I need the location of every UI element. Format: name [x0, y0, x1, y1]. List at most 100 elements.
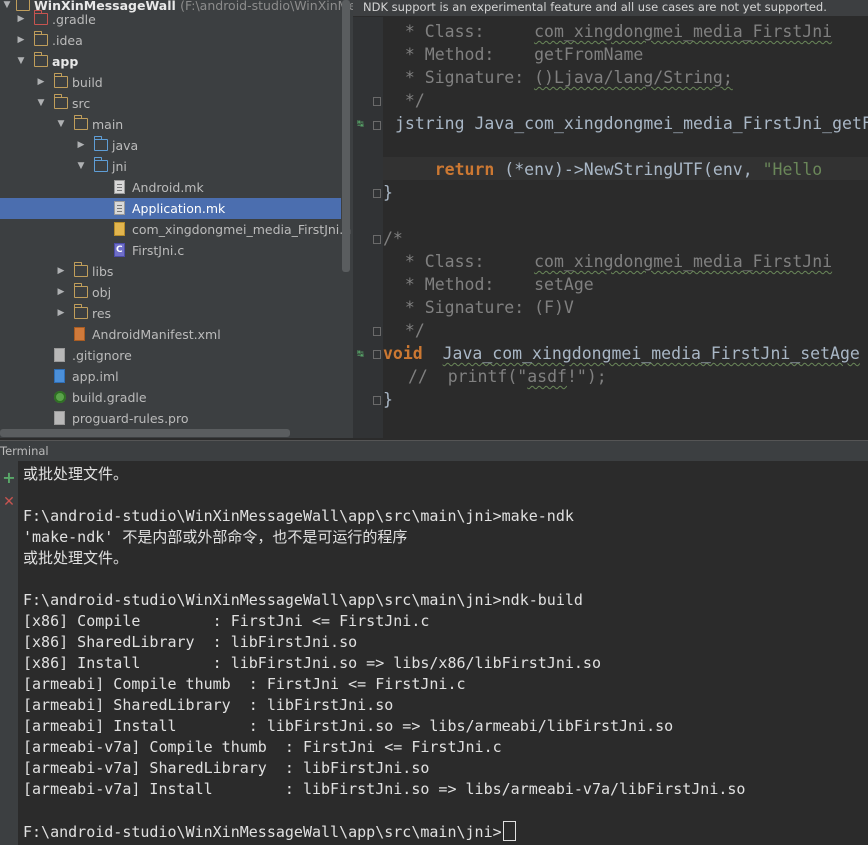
terminal-line: F:\android-studio\WinXinMessageWall\app\… — [23, 821, 516, 842]
folder-icon — [53, 73, 68, 88]
chevron-right-icon[interactable]: ▶ — [56, 261, 66, 282]
terminal-line: [x86] SharedLibrary : libFirstJni.so — [23, 632, 357, 653]
tree-item[interactable]: ▼ src — [0, 93, 341, 114]
plain-file-icon — [54, 411, 65, 425]
tree-item[interactable]: ▶ .gradle — [0, 9, 341, 30]
gradle-icon — [54, 391, 66, 403]
implementation-arrow-icon[interactable]: ↹ — [357, 117, 364, 130]
fold-marker-icon[interactable] — [373, 327, 381, 336]
fold-marker-icon[interactable] — [373, 396, 381, 405]
chevron-down-icon[interactable]: ▼ — [16, 51, 26, 72]
chevron-right-icon[interactable]: ▶ — [76, 135, 86, 156]
terminal-line-text: [x86] SharedLibrary : libFirstJni.so — [23, 633, 358, 651]
iml-file-icon — [54, 369, 65, 383]
terminal-line-text: 或批处理文件。 — [23, 549, 129, 567]
tree-item-label: .gitignore — [72, 348, 132, 363]
implementation-arrow-icon[interactable]: ↹ — [357, 347, 364, 360]
chevron-down-icon[interactable]: ▼ — [76, 156, 86, 177]
tree-item[interactable]: Android.mk — [0, 177, 341, 198]
chevron-down-icon[interactable]: ▼ — [56, 114, 66, 135]
tree-item[interactable]: FirstJni.c — [0, 240, 341, 261]
terminal-line-text: [x86] Install : libFirstJni.so => libs/x… — [23, 654, 601, 672]
tree-item[interactable]: ▶ build — [0, 72, 341, 93]
folder-icon — [73, 283, 88, 298]
mk-file-icon — [114, 201, 125, 215]
chevron-right-icon[interactable]: ▶ — [16, 9, 26, 30]
tree-item-label: res — [92, 306, 112, 321]
c-file-icon — [114, 240, 125, 261]
code-line: } — [383, 390, 393, 409]
terminal-line: [armeabi] Compile thumb : FirstJni <= Fi… — [23, 674, 466, 695]
terminal-line-text: F:\android-studio\WinXinMessageWall\app\… — [23, 823, 502, 841]
terminal-cursor[interactable] — [502, 821, 516, 841]
tree-item[interactable]: app.iml — [0, 366, 341, 387]
tree-item[interactable]: Application.mk — [0, 198, 341, 219]
h-file-icon — [114, 222, 125, 236]
folder-icon — [93, 136, 108, 151]
tree-item[interactable]: ▶ res — [0, 303, 341, 324]
terminal-line: [armeabi] Install : libFirstJni.so => li… — [23, 716, 673, 737]
tree-item-label: FirstJni.c — [132, 243, 185, 258]
terminal-line-text: [x86] Compile : FirstJni <= FirstJni.c — [23, 612, 430, 630]
tree-item[interactable]: AndroidManifest.xml — [0, 324, 341, 345]
folder-icon — [53, 94, 68, 109]
tree-vertical-scrollbar[interactable] — [342, 0, 350, 272]
tree-item[interactable]: ▼ jni — [0, 156, 341, 177]
terminal-header: Terminal — [0, 440, 868, 462]
close-session-x-icon[interactable]: ✕ — [2, 494, 16, 510]
terminal-toolbar: + ✕ — [0, 461, 18, 845]
folder-icon — [93, 157, 108, 172]
terminal-line-text: F:\android-studio\WinXinMessageWall\app\… — [23, 507, 574, 525]
fold-marker-icon[interactable] — [373, 350, 381, 359]
terminal-line-text: [armeabi] Compile thumb : FirstJni <= Fi… — [23, 675, 466, 693]
fold-marker-icon[interactable] — [373, 97, 381, 106]
tree-item-label: obj — [92, 285, 112, 300]
terminal-line: [armeabi] SharedLibrary : libFirstJni.so — [23, 695, 393, 716]
tree-item[interactable]: ▶ java — [0, 135, 341, 156]
chevron-right-icon[interactable]: ▶ — [36, 72, 46, 93]
fold-marker-icon[interactable] — [373, 235, 381, 244]
tree-item[interactable]: ▶ .idea — [0, 30, 341, 51]
tree-item[interactable]: ▼ main — [0, 114, 341, 135]
folder-icon — [33, 31, 48, 46]
tree-item[interactable]: com_xingdongmei_media_FirstJni.h — [0, 219, 351, 240]
terminal-line: 'make-ndk' 不是内部或外部命令，也不是可运行的程序 — [23, 527, 407, 548]
new-session-plus-icon[interactable]: + — [2, 470, 16, 486]
terminal-panel[interactable]: + ✕ 或批处理文件。 F:\android-studio\WinXinMessa… — [0, 461, 868, 845]
tree-item[interactable]: ▶ libs — [0, 261, 341, 282]
code-line: void Java_com_xingdongmei_media_FirstJni… — [383, 344, 860, 363]
tree-item[interactable]: ▶ obj — [0, 282, 341, 303]
plain-file-icon — [54, 348, 65, 362]
terminal-line-text: [armeabi-v7a] Install : libFirstJni.so =… — [23, 780, 746, 798]
editor-gutter — [353, 0, 383, 438]
tree-item-label: .idea — [52, 33, 83, 48]
tree-item-label: proguard-rules.pro — [72, 411, 189, 426]
terminal-line-text: [armeabi-v7a] Compile thumb : FirstJni <… — [23, 738, 502, 756]
tree-item[interactable]: build.gradle — [0, 387, 341, 408]
tree-horizontal-scrollbar[interactable] — [0, 429, 290, 437]
chevron-right-icon[interactable]: ▶ — [16, 30, 26, 51]
tree-item[interactable]: proguard-rules.pro — [0, 408, 341, 429]
fold-marker-icon[interactable] — [373, 189, 381, 198]
code-line: } — [383, 183, 393, 202]
chevron-down-icon[interactable]: ▼ — [36, 93, 46, 114]
tree-item-label: com_xingdongmei_media_FirstJni.h — [132, 222, 352, 237]
terminal-line-text: F:\android-studio\WinXinMessageWall\app\… — [23, 591, 583, 609]
terminal-line: 或批处理文件。 — [23, 464, 128, 485]
terminal-line: [x86] Compile : FirstJni <= FirstJni.c — [23, 611, 429, 632]
tree-item-label: jni — [112, 159, 127, 174]
tree-item-label: libs — [92, 264, 114, 279]
tree-item[interactable]: .gitignore — [0, 345, 341, 366]
tree-item-label: Android.mk — [132, 180, 204, 195]
terminal-title: Terminal — [0, 444, 49, 458]
chevron-right-icon[interactable]: ▶ — [56, 282, 66, 303]
terminal-line-text: 或批处理文件。 — [23, 465, 129, 483]
terminal-line: [armeabi-v7a] SharedLibrary : libFirstJn… — [23, 758, 429, 779]
tree-item[interactable]: ▼ app — [0, 51, 341, 72]
terminal-line: 或批处理文件。 — [23, 548, 128, 569]
code-line: * Signature: (F)V — [395, 298, 574, 317]
folder-icon — [73, 115, 88, 130]
code-editor[interactable]: NDK support is an experimental feature a… — [353, 0, 868, 438]
fold-marker-icon[interactable] — [373, 121, 381, 130]
chevron-right-icon[interactable]: ▶ — [56, 303, 66, 324]
